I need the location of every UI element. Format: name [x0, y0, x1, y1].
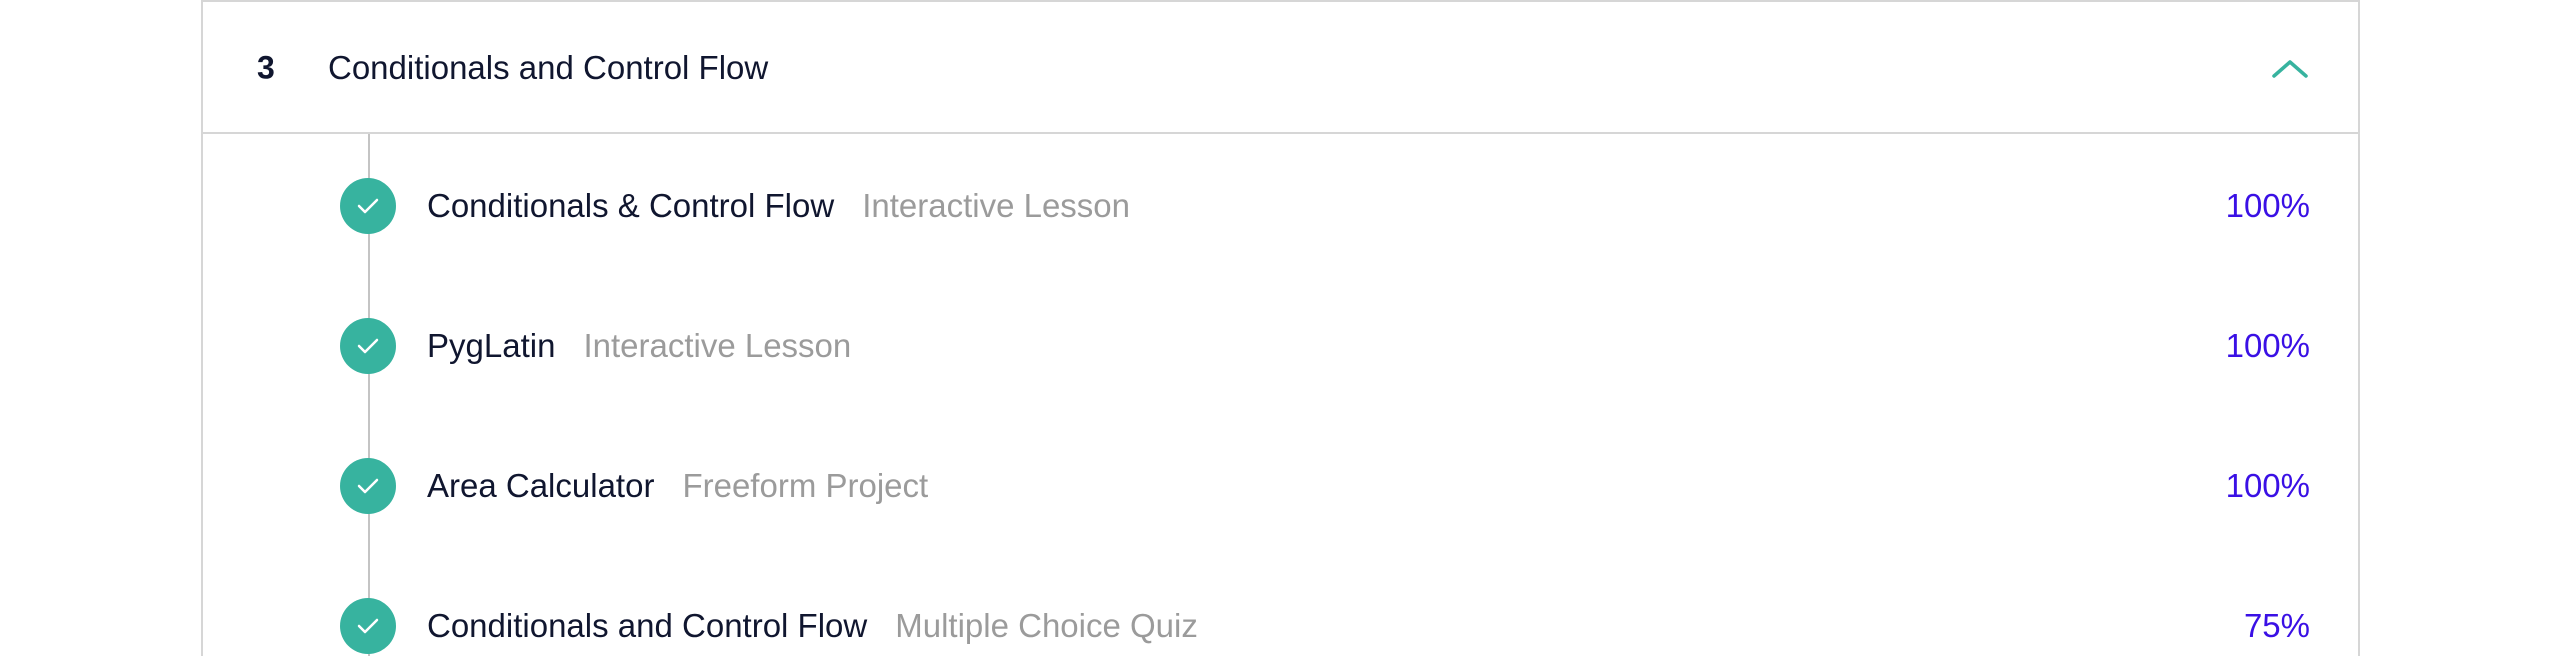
lesson-type: Interactive Lesson [583, 327, 852, 364]
lesson-type: Freeform Project [682, 467, 929, 504]
lesson-text: Area Calculator Freeform Project [427, 467, 928, 505]
module-header[interactable]: 3 Conditionals and Control Flow [203, 2, 2358, 134]
lesson-title[interactable]: Area Calculator [427, 467, 654, 504]
lesson-text: Conditionals & Control Flow Interactive L… [427, 187, 1130, 225]
lesson-progress: 100% [2225, 467, 2310, 504]
module-number: 3 [257, 49, 275, 86]
module-card: 3 Conditionals and Control Flow Conditio… [201, 0, 2360, 656]
check-icon [340, 598, 396, 654]
lesson-title[interactable]: PygLatin [427, 327, 555, 364]
lesson-title[interactable]: Conditionals & Control Flow [427, 187, 834, 224]
lesson-title[interactable]: Conditionals and Control Flow [427, 607, 867, 644]
check-icon [340, 458, 396, 514]
lesson-row[interactable]: Area Calculator Freeform Project 100% [203, 438, 2358, 534]
lesson-progress: 100% [2225, 187, 2310, 224]
module-title: Conditionals and Control Flow [328, 49, 769, 86]
lesson-type: Interactive Lesson [862, 187, 1131, 224]
lesson-type: Multiple Choice Quiz [895, 607, 1198, 644]
check-icon [340, 318, 396, 374]
lesson-text: PygLatin Interactive Lesson [427, 327, 851, 365]
chevron-up-icon[interactable] [2270, 56, 2310, 80]
lesson-row[interactable]: PygLatin Interactive Lesson 100% [203, 298, 2358, 394]
lesson-row[interactable]: Conditionals and Control Flow Multiple Ch… [203, 578, 2358, 656]
lesson-text: Conditionals and Control Flow Multiple Ch… [427, 607, 1198, 645]
lesson-row[interactable]: Conditionals & Control Flow Interactive L… [203, 158, 2358, 254]
lesson-progress: 75% [2243, 607, 2310, 644]
check-icon [340, 178, 396, 234]
lesson-progress: 100% [2225, 327, 2310, 364]
